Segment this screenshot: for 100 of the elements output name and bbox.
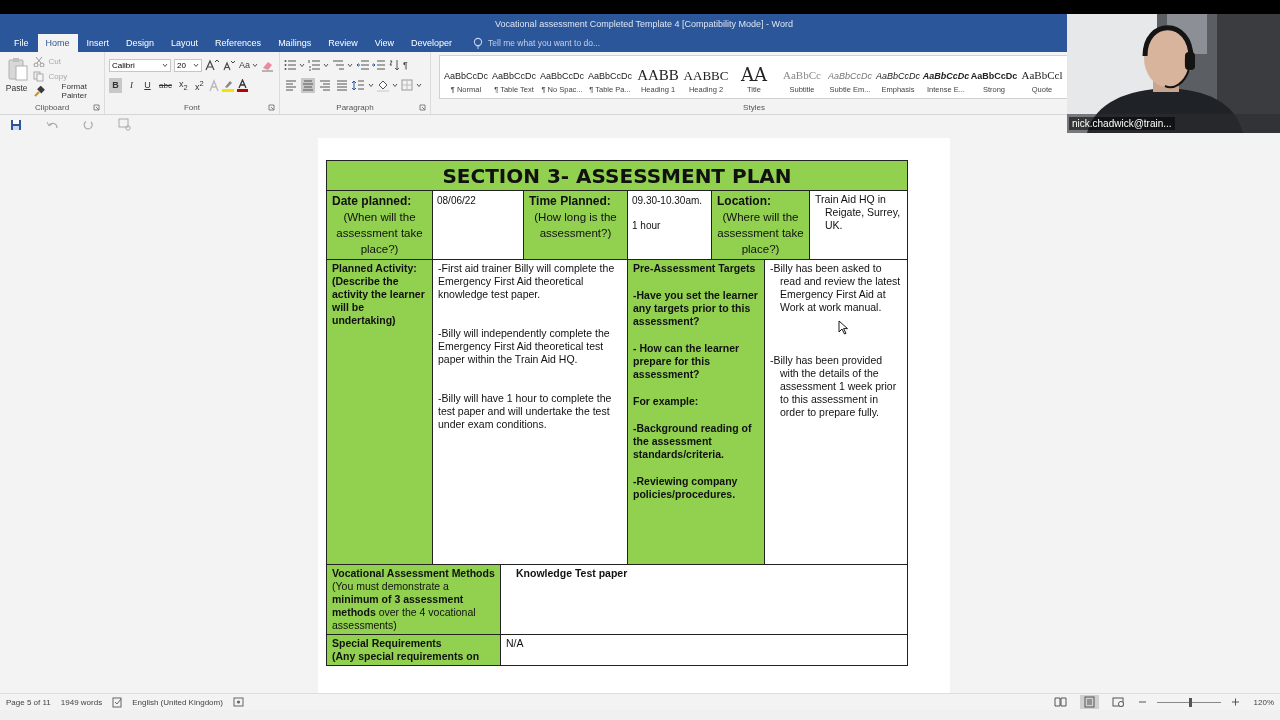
dialog-launcher-icon[interactable] bbox=[419, 104, 426, 111]
format-button[interactable]: x$^{2}$ bbox=[192, 77, 206, 93]
dialog-launcher-icon[interactable] bbox=[93, 104, 100, 111]
proofing-icon[interactable] bbox=[112, 696, 123, 708]
sort-icon[interactable] bbox=[388, 59, 400, 71]
line-spacing-icon[interactable] bbox=[352, 78, 365, 92]
cell-text: (Where will the assessment take place?) bbox=[717, 210, 804, 257]
ribbon-tab[interactable]: Review bbox=[320, 34, 366, 52]
caret-icon[interactable] bbox=[323, 62, 329, 68]
caret-icon[interactable] bbox=[299, 62, 305, 68]
ribbon-tab[interactable]: Design bbox=[118, 34, 163, 52]
shrink-font-icon[interactable] bbox=[222, 59, 236, 71]
caret-icon[interactable] bbox=[416, 82, 422, 88]
paste-button[interactable]: Paste bbox=[4, 55, 30, 100]
style-preview: AaBbCcDc bbox=[876, 71, 920, 81]
ribbon-tab[interactable]: File bbox=[6, 34, 37, 52]
cell-text: Train Aid HQ in Reigate, Surrey, UK. bbox=[815, 193, 902, 232]
ribbon-tab[interactable]: Insert bbox=[78, 34, 118, 52]
cell-text: (Any special requirements on bbox=[332, 650, 481, 663]
clipboard-command[interactable]: Format Painter bbox=[33, 85, 100, 97]
cell-text: Knowledge Test paper bbox=[515, 567, 629, 580]
caret-icon[interactable] bbox=[252, 62, 258, 68]
cell-text: 09.30-10.30am. bbox=[632, 194, 704, 207]
cell-text: 1 hour bbox=[632, 219, 662, 232]
grow-font-icon[interactable] bbox=[205, 59, 219, 71]
dialog-launcher-icon[interactable] bbox=[268, 104, 275, 111]
format-button[interactable]: abc bbox=[157, 77, 174, 93]
cell-heading: Planned Activity: bbox=[332, 262, 418, 275]
slider-thumb[interactable] bbox=[1188, 697, 1192, 707]
participant-name: nick.chadwick@train... bbox=[1069, 117, 1175, 130]
macro-recording-icon[interactable] bbox=[232, 697, 244, 707]
language-indicator[interactable]: English (United Kingdom) bbox=[132, 697, 223, 707]
multilevel-list-icon[interactable] bbox=[332, 59, 344, 71]
style-preview: AaBbCcDc bbox=[922, 71, 970, 81]
align-icon[interactable] bbox=[284, 77, 298, 93]
cell-text: -Billy will have 1 hour to complete the test paper and will undertake the test under exam conditions. bbox=[438, 392, 613, 431]
format-button[interactable]: x$_{2}$ bbox=[176, 77, 190, 93]
cell-heading: Vocational Assessment Methods bbox=[332, 567, 495, 580]
cell-text: (When will the assessment take place?) bbox=[335, 210, 424, 257]
style-preview: AaBbCcDc bbox=[492, 71, 536, 81]
lightbulb-icon bbox=[473, 37, 484, 49]
zoom-level[interactable]: 120% bbox=[1253, 697, 1274, 707]
font-color-icon[interactable] bbox=[236, 78, 248, 92]
caret-icon[interactable] bbox=[347, 62, 353, 68]
style-preview: AABBC bbox=[683, 68, 729, 84]
format-button[interactable]: U bbox=[141, 77, 154, 93]
ribbon-tab[interactable]: Home bbox=[37, 34, 78, 52]
search-field[interactable]: Tell me what you want to do... bbox=[473, 34, 619, 52]
page-count[interactable]: Page 5 of 11 bbox=[6, 697, 51, 707]
save-icon[interactable] bbox=[10, 118, 22, 131]
cell-text: -Reviewing company policies/procedures. bbox=[633, 475, 739, 501]
numbering-icon[interactable] bbox=[308, 59, 320, 71]
caret-icon[interactable] bbox=[162, 62, 168, 68]
cell-text: -Background reading of the assessment standards/criteria. bbox=[633, 422, 753, 461]
style-preview: AA bbox=[741, 64, 767, 85]
cell-heading: Pre-Assessment Targets bbox=[633, 262, 757, 275]
view-button[interactable] bbox=[1079, 695, 1099, 709]
style-preview: AaBbCcDc bbox=[970, 71, 1018, 81]
paintbrush-icon bbox=[33, 85, 46, 97]
caret-icon[interactable] bbox=[392, 82, 398, 88]
format-button[interactable]: I bbox=[125, 77, 138, 93]
cell-text: N/A bbox=[506, 637, 525, 650]
zoom-out-icon[interactable] bbox=[1137, 698, 1147, 706]
style-preview: AaBbCcDc bbox=[588, 71, 632, 81]
word-count[interactable]: 1949 words bbox=[60, 697, 103, 707]
align-icon[interactable] bbox=[318, 77, 332, 93]
change-case-button[interactable]: Aa bbox=[239, 60, 258, 70]
cell-heading: Special Requirements bbox=[332, 637, 443, 650]
cell-text: (You must demonstrate a minimum of 3 assessment methods over the 4 vocational assessments) bbox=[332, 580, 477, 632]
style-preview: AaBbCcDc bbox=[444, 71, 488, 81]
style-preview: AaBbCcDc bbox=[828, 71, 872, 81]
cell-text: 08/06/22 bbox=[437, 194, 477, 207]
zoom-in-icon[interactable] bbox=[1230, 698, 1240, 706]
copy-icon bbox=[33, 70, 46, 82]
cell-text: (How long is the assessment?) bbox=[533, 210, 618, 241]
ribbon-tab[interactable]: Developer bbox=[403, 34, 461, 52]
print-layout-icon bbox=[1082, 696, 1096, 708]
read-mode-icon bbox=[1053, 696, 1067, 708]
caret-icon[interactable] bbox=[193, 62, 199, 68]
cell-text: -Have you set the learner any targets prior to this assessment? bbox=[633, 289, 759, 328]
font-size-field[interactable]: 20 bbox=[174, 58, 202, 72]
style-preview: AABB bbox=[637, 67, 679, 84]
ribbon-tab[interactable]: Layout bbox=[163, 34, 207, 52]
clipboard-icon bbox=[5, 57, 28, 81]
show-marks-button[interactable]: ¶ bbox=[403, 60, 408, 70]
bullets-icon[interactable] bbox=[284, 59, 296, 71]
cell-text: -Billy will independently complete the Emergency First Aid theoretical test paper within the Train Aid HQ. bbox=[438, 327, 611, 366]
font-name-field[interactable]: Calibri bbox=[109, 58, 171, 72]
group-label: Paragraph bbox=[336, 102, 374, 112]
ribbon-tab[interactable]: Mailings bbox=[270, 34, 320, 52]
decrease-indent-icon[interactable] bbox=[356, 59, 369, 71]
caret-icon[interactable] bbox=[368, 82, 374, 88]
cell-text: - How can the learner prepare for this assessment? bbox=[633, 342, 741, 381]
cell-heading: Time Planned: bbox=[529, 193, 612, 209]
style-preview: AaBbCc bbox=[783, 69, 821, 81]
ribbon-tab[interactable]: View bbox=[366, 34, 402, 52]
format-button[interactable]: B bbox=[109, 77, 122, 93]
align-icon[interactable] bbox=[301, 77, 315, 93]
paint-bucket-icon[interactable] bbox=[377, 78, 389, 92]
ribbon-tab[interactable]: References bbox=[207, 34, 270, 52]
